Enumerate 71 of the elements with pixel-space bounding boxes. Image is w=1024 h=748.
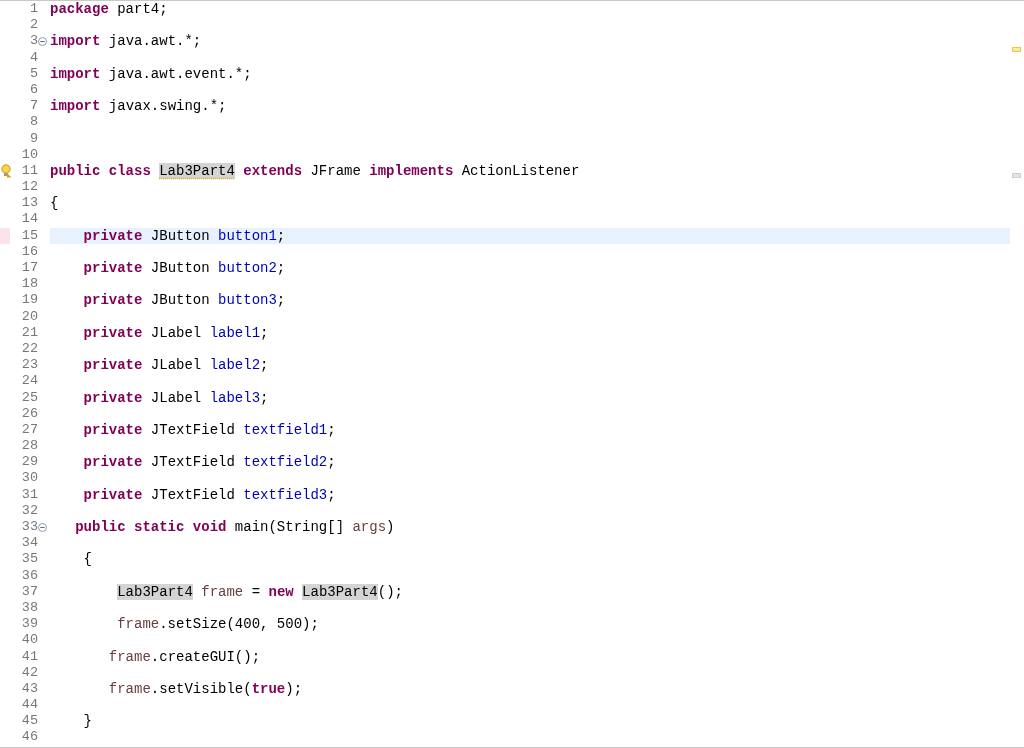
line-number: 5 xyxy=(29,65,38,82)
line-number: 42 xyxy=(21,664,38,681)
line-number: 44 xyxy=(21,697,38,714)
code-line: } xyxy=(82,713,92,730)
line-number: 9 xyxy=(29,130,38,147)
line-number: 7 xyxy=(29,98,38,115)
line-number: 23 xyxy=(21,357,38,374)
line-number: 33 xyxy=(21,519,38,536)
line-number: 18 xyxy=(21,276,38,293)
line-number: 17 xyxy=(21,260,38,277)
code-line: frame.setSize(400, 500); xyxy=(116,616,319,633)
line-number: 41 xyxy=(21,648,38,665)
line-number: 11 xyxy=(21,162,38,180)
line-number: 35 xyxy=(21,551,38,568)
line-number: 13 xyxy=(21,195,38,212)
code-line: private JTextField textfield3; xyxy=(82,486,336,503)
code-line: private JButton button2; xyxy=(82,260,286,276)
code-line: package part4; xyxy=(50,1,168,17)
line-number: 10 xyxy=(21,146,38,163)
line-number: 32 xyxy=(21,502,38,519)
line-number: 12 xyxy=(21,179,38,196)
code-line: import javax.swing.*; xyxy=(50,98,227,115)
code-line: private JTextField textfield2; xyxy=(82,454,336,471)
line-number: 29 xyxy=(21,454,38,471)
code-line: { xyxy=(50,195,59,212)
code-line: private JLabel label1; xyxy=(82,324,269,341)
line-number: 8 xyxy=(29,114,38,131)
code-line: private JLabel label3; xyxy=(82,389,269,406)
line-number: 19 xyxy=(21,292,38,309)
line-number: 28 xyxy=(21,438,38,455)
line-number: 39 xyxy=(21,616,38,633)
line-number: 40 xyxy=(21,632,38,649)
line-number: 14 xyxy=(21,211,38,228)
line-number: 38 xyxy=(21,599,38,617)
line-number: 43 xyxy=(21,680,38,698)
line-number: 31 xyxy=(21,486,38,503)
line-number: 45 xyxy=(21,713,38,730)
line-number: 15 xyxy=(21,227,38,244)
code-line: Lab3Part4 frame = new Lab3Part4(); xyxy=(116,583,403,600)
line-number: 46 xyxy=(21,729,38,746)
code-line: public static void main(String[] args) xyxy=(74,519,395,535)
code-line: { xyxy=(82,551,92,568)
collapse-icon[interactable] xyxy=(38,37,47,47)
code-line: import java.awt.*; xyxy=(50,33,202,50)
line-number: 24 xyxy=(21,373,38,390)
line-number: 34 xyxy=(21,535,38,552)
line-number: 2 xyxy=(29,17,38,34)
line-number: 3 xyxy=(29,33,38,50)
line-number: 37 xyxy=(21,583,38,600)
line-number: 21 xyxy=(21,324,38,341)
line-number: 27 xyxy=(21,421,38,439)
line-number: 6 xyxy=(29,81,38,99)
line-number: 30 xyxy=(21,470,38,487)
line-number: 16 xyxy=(21,243,38,260)
line-number: 26 xyxy=(21,405,38,422)
code-line: frame.setVisible(true); xyxy=(107,680,303,697)
line-number: 36 xyxy=(21,567,38,584)
code-line: private JButton button1; xyxy=(82,227,286,244)
code-line: import java.awt.event.*; xyxy=(50,65,252,82)
code-line: frame.createGUI(); xyxy=(107,648,261,665)
line-number: 25 xyxy=(21,389,38,406)
code-line: public class Lab3Part4 extends JFrame implements ActionListener xyxy=(50,162,580,179)
code-line: private JLabel label2; xyxy=(82,357,269,374)
line-number: 22 xyxy=(21,340,38,358)
line-number: 20 xyxy=(21,308,38,325)
line-number: 1 xyxy=(29,1,38,18)
code-line: private JButton button3; xyxy=(82,292,286,309)
collapse-icon[interactable] xyxy=(38,523,47,532)
code-line: private JTextField textfield1; xyxy=(82,421,336,438)
line-number: 4 xyxy=(29,49,38,66)
lightbulb-warning-icon[interactable] xyxy=(0,163,12,178)
